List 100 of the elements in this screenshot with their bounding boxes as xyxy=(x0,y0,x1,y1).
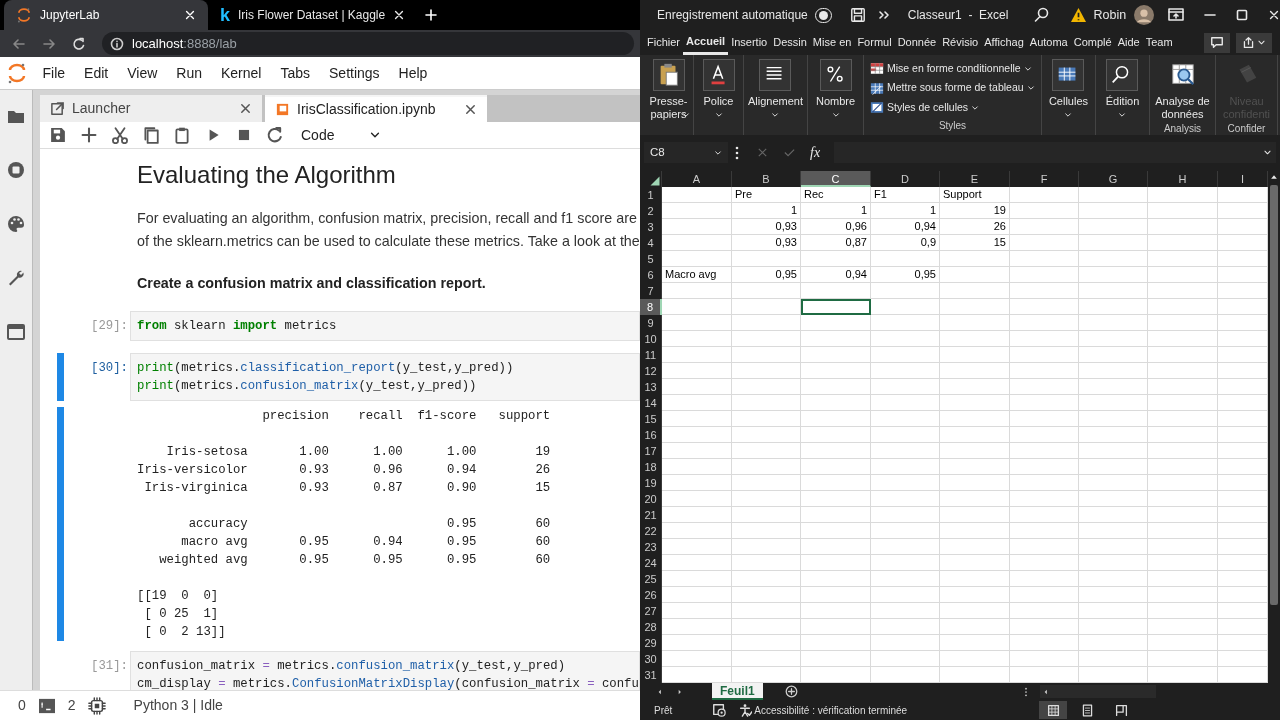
user-name[interactable]: Robin xyxy=(1093,5,1127,25)
ribbon-button[interactable]: Mise en forme conditionnelle xyxy=(870,59,1032,79)
row-header[interactable]: 13 xyxy=(640,379,662,395)
ribbon-button[interactable]: Mettre sous forme de tableau xyxy=(870,78,1035,98)
sheet-tab[interactable]: Feuil1 xyxy=(712,683,763,700)
table-cell[interactable]: F1 xyxy=(871,187,940,203)
table-cell[interactable]: 1 xyxy=(871,203,940,219)
ribbon-tab[interactable]: Formul xyxy=(854,30,895,55)
row-header[interactable]: 5 xyxy=(640,251,662,267)
column-header[interactable]: F xyxy=(1010,171,1079,187)
row-header[interactable]: 24 xyxy=(640,555,662,571)
column-header[interactable]: A xyxy=(662,171,732,187)
row-header[interactable]: 30 xyxy=(640,651,662,667)
ribbon-tab[interactable]: Affichag xyxy=(981,30,1027,55)
row-header[interactable]: 2 xyxy=(640,203,662,219)
table-cell[interactable]: 0,95 xyxy=(732,267,801,283)
table-cell[interactable]: 0,94 xyxy=(801,267,871,283)
table-cell[interactable]: Pre xyxy=(732,187,801,203)
menu-item[interactable]: File xyxy=(33,62,75,84)
row-header[interactable]: 28 xyxy=(640,619,662,635)
analyze-data-button[interactable]: Analyse de données xyxy=(1153,59,1212,121)
table-cell[interactable]: 0,93 xyxy=(732,235,801,251)
column-header[interactable]: C xyxy=(801,171,871,187)
row-header[interactable]: 29 xyxy=(640,635,662,651)
table-cell[interactable]: 0,93 xyxy=(732,219,801,235)
menu-item[interactable]: Run xyxy=(166,62,212,84)
menu-item[interactable]: Tabs xyxy=(270,62,320,84)
row-header[interactable]: 3 xyxy=(640,219,662,235)
row-header[interactable]: 7 xyxy=(640,283,662,299)
column-header[interactable]: H xyxy=(1148,171,1218,187)
document-tab[interactable]: IrisClassification.ipynb xyxy=(265,95,487,122)
cells-button[interactable]: Cellules xyxy=(1048,59,1089,119)
code-cell-input[interactable]: from sklearn import metrics xyxy=(130,311,640,341)
row-header[interactable]: 8 xyxy=(640,299,662,315)
row-header[interactable]: 21 xyxy=(640,507,662,523)
clipboard-button[interactable]: Presse-papiers xyxy=(647,59,690,119)
ribbon-tab[interactable]: Complé xyxy=(1070,30,1115,55)
menu-item[interactable]: Settings xyxy=(319,62,390,84)
column-header[interactable]: D xyxy=(871,171,940,187)
row-header[interactable]: 15 xyxy=(640,411,662,427)
row-header[interactable]: 23 xyxy=(640,539,662,555)
table-cell[interactable]: 0,95 xyxy=(871,267,940,283)
row-header[interactable]: 19 xyxy=(640,475,662,491)
menu-item[interactable]: Kernel xyxy=(211,62,271,84)
ribbon-tab[interactable]: Aide xyxy=(1114,30,1143,55)
row-header[interactable]: 17 xyxy=(640,443,662,459)
table-cell[interactable]: 1 xyxy=(732,203,801,219)
row-header[interactable]: 11 xyxy=(640,347,662,363)
menu-item[interactable]: View xyxy=(117,62,167,84)
name-box[interactable]: C8 xyxy=(644,142,728,163)
row-header[interactable]: 26 xyxy=(640,587,662,603)
code-cell-input[interactable]: confusion_matrix = metrics.confusion_matrix(y_test,y_pred) cm_display = metrics.ConfusionMatrixDisplay(confusion_matrix = confu xyxy=(130,651,640,690)
code-cell-input[interactable]: print(metrics.classification_report(y_test,y_pred)) print(metrics.confusion_matrix(y_test,y_pred)) xyxy=(130,353,640,401)
ribbon-tab[interactable]: Donnée xyxy=(894,30,940,55)
table-cell[interactable]: Macro avg xyxy=(662,267,732,283)
address-bar[interactable]: localhost:8888/lab xyxy=(102,32,634,55)
row-header[interactable]: 12 xyxy=(640,363,662,379)
table-cell[interactable]: 1 xyxy=(801,203,871,219)
ribbon-button[interactable]: Styles de cellules xyxy=(870,98,980,118)
ribbon-tab[interactable]: Dessin xyxy=(770,30,810,55)
row-header[interactable]: 25 xyxy=(640,571,662,587)
ribbon-tab[interactable]: Automa xyxy=(1026,30,1071,55)
row-header[interactable]: 1 xyxy=(640,187,662,203)
insert-function-button[interactable]: fx xyxy=(810,142,821,163)
ribbon-tab[interactable]: Insertio xyxy=(728,30,771,55)
ribbon-tab[interactable]: Révisio xyxy=(939,30,982,55)
table-cell[interactable]: Rec xyxy=(801,187,871,203)
row-header[interactable]: 4 xyxy=(640,235,662,251)
row-header[interactable]: 9 xyxy=(640,315,662,331)
worksheet-grid[interactable]: A B C D E F G H I 1 Pre Rec F1 Support 2 1 1 1 19 3 0,93 0,96 0,94 26 4 0,93 0,87 0,9 15 5 6 Macro avg 0,95 0,94 0,95 7 8 9 10 11 12 13 14 15 16 17 18 19 20 21 22 23 24 25 26 27 28 29 30 31 xyxy=(640,171,1268,683)
column-header[interactable]: G xyxy=(1079,171,1148,187)
row-header[interactable]: 22 xyxy=(640,523,662,539)
table-cell[interactable]: 0,9 xyxy=(871,235,940,251)
row-header[interactable]: 14 xyxy=(640,395,662,411)
row-header[interactable]: 16 xyxy=(640,427,662,443)
row-header[interactable]: 10 xyxy=(640,331,662,347)
ribbon-tab[interactable]: Fichier xyxy=(644,30,683,55)
table-cell[interactable]: 0,96 xyxy=(801,219,871,235)
table-cell[interactable]: 26 xyxy=(940,219,1010,235)
browser-tab[interactable]: JupyterLab xyxy=(4,0,208,30)
row-header[interactable]: 31 xyxy=(640,667,662,683)
table-cell[interactable]: Support xyxy=(940,187,1010,203)
table-cell[interactable]: 0,87 xyxy=(801,235,871,251)
accessibility-status[interactable]: Accessibilité : vérification terminée xyxy=(754,702,908,718)
ribbon-tab[interactable]: Team xyxy=(1142,30,1176,55)
table-cell[interactable]: 0,94 xyxy=(871,219,940,235)
document-tab[interactable]: Launcher xyxy=(40,95,262,122)
table-cell[interactable]: 19 xyxy=(940,203,1010,219)
table-cell[interactable]: 15 xyxy=(940,235,1010,251)
row-header[interactable]: 18 xyxy=(640,459,662,475)
row-header[interactable]: 20 xyxy=(640,491,662,507)
menu-item[interactable]: Edit xyxy=(74,62,118,84)
number-format-button[interactable]: Nombre xyxy=(815,59,856,119)
cell-type-dropdown[interactable]: Code xyxy=(297,124,381,146)
row-header[interactable]: 6 xyxy=(640,267,662,283)
kernel-status[interactable]: Python 3 | Idle xyxy=(133,695,223,716)
column-header[interactable]: E xyxy=(940,171,1010,187)
row-header[interactable]: 27 xyxy=(640,603,662,619)
menu-item[interactable]: Help xyxy=(389,62,437,84)
ribbon-tab[interactable]: Mise en xyxy=(809,30,855,55)
